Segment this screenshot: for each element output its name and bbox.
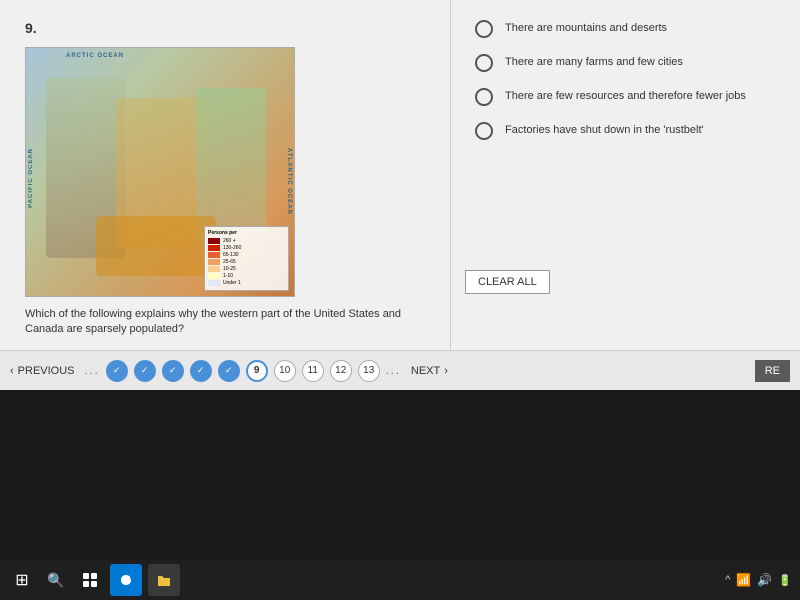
start-button[interactable]: ⊞ <box>8 566 36 594</box>
legend-color-7 <box>208 280 220 286</box>
legend-label-5: 10-25 <box>223 266 236 272</box>
legend-row-6: 1-10 <box>208 273 285 279</box>
pacific-ocean-label: PACIFIC OCEAN <box>28 148 34 208</box>
next-label: NEXT <box>411 365 440 377</box>
nav-page-6[interactable] <box>162 360 184 382</box>
nav-page-10[interactable]: 10 <box>274 360 296 382</box>
legend-row-3: 65-130 <box>208 252 285 258</box>
legend-color-4 <box>208 259 220 265</box>
taskbar-right: ^ 📶 🔊 🔋 <box>725 573 792 587</box>
answer-text-a: There are mountains and deserts <box>505 21 667 36</box>
chevron-up-icon[interactable]: ^ <box>725 574 730 586</box>
legend-label-2: 130-260 <box>223 245 241 251</box>
clear-all-button[interactable]: CLEAR ALL <box>465 270 550 294</box>
legend-label-1: 260 + <box>223 238 236 244</box>
answer-option-b[interactable]: There are many farms and few cities <box>475 54 785 72</box>
legend-label-4: 25-65 <box>223 259 236 265</box>
nav-page-12[interactable]: 12 <box>330 360 352 382</box>
legend-label-7: Under 1 <box>223 280 241 286</box>
map-legend: Persons per 260 + 130-260 65-130 <box>204 226 289 291</box>
panel-divider <box>450 0 451 380</box>
legend-row-4: 25-65 <box>208 259 285 265</box>
next-arrow-icon: › <box>444 365 448 377</box>
edge-taskbar-icon[interactable] <box>110 564 142 596</box>
radio-b[interactable] <box>475 54 493 72</box>
nav-page-5[interactable] <box>134 360 156 382</box>
quiz-container: 9. PACIFIC OCEAN ARCTIC OCEAN ATLANTIC O… <box>0 0 800 380</box>
radio-a[interactable] <box>475 20 493 38</box>
atlantic-ocean-label: ATLANTIC OCEAN <box>286 148 292 215</box>
nav-dots-right: ... <box>386 365 401 377</box>
nav-page-11[interactable]: 11 <box>302 360 324 382</box>
network-icon[interactable]: 📶 <box>736 573 751 587</box>
terrain-south <box>96 216 216 276</box>
nav-page-9[interactable]: 9 <box>246 360 268 382</box>
legend-row-1: 260 + <box>208 238 285 244</box>
legend-row-2: 130-260 <box>208 245 285 251</box>
search-taskbar-button[interactable]: 🔍 <box>42 566 70 594</box>
question-text: Which of the following explains why the … <box>25 307 425 338</box>
arctic-ocean-label: ARCTIC OCEAN <box>66 53 124 59</box>
next-button[interactable]: NEXT › <box>411 365 448 377</box>
legend-color-5 <box>208 266 220 272</box>
taskbar: ⊞ 🔍 ^ 📶 🔊 🔋 <box>0 560 800 600</box>
question-number: 9. <box>25 20 37 36</box>
answer-option-a[interactable]: There are mountains and deserts <box>475 20 785 38</box>
left-panel: 9. PACIFIC OCEAN ARCTIC OCEAN ATLANTIC O… <box>0 0 450 380</box>
task-view-button[interactable] <box>76 566 104 594</box>
answer-option-d[interactable]: Factories have shut down in the 'rustbel… <box>475 122 785 140</box>
answer-text-c: There are few resources and therefore fe… <box>505 89 746 104</box>
legend-title: Persons per <box>208 230 285 236</box>
answer-text-b: There are many farms and few cities <box>505 55 683 70</box>
legend-color-3 <box>208 252 220 258</box>
legend-row-5: 10-25 <box>208 266 285 272</box>
legend-label-6: 1-10 <box>223 273 233 279</box>
nav-page-7[interactable] <box>190 360 212 382</box>
navigation-bar: ‹ PREVIOUS ... 9 10 11 12 13 ... NEXT › … <box>0 350 800 390</box>
map-image: PACIFIC OCEAN ARCTIC OCEAN ATLANTIC OCEA… <box>26 48 294 296</box>
radio-c[interactable] <box>475 88 493 106</box>
taskbar-system-icons: ^ 📶 🔊 🔋 <box>725 573 792 587</box>
answer-text-d: Factories have shut down in the 'rustbel… <box>505 123 704 138</box>
answer-option-c[interactable]: There are few resources and therefore fe… <box>475 88 785 106</box>
legend-color-2 <box>208 245 220 251</box>
prev-label: PREVIOUS <box>18 365 75 377</box>
map-container: PACIFIC OCEAN ARCTIC OCEAN ATLANTIC OCEA… <box>25 47 295 297</box>
prev-arrow-icon: ‹ <box>10 365 14 377</box>
legend-color-6 <box>208 273 220 279</box>
re-button[interactable]: RE <box>755 360 790 382</box>
prev-button[interactable]: ‹ PREVIOUS <box>10 365 75 377</box>
legend-row-7: Under 1 <box>208 280 285 286</box>
nav-page-8[interactable] <box>218 360 240 382</box>
explorer-taskbar-icon[interactable] <box>148 564 180 596</box>
dark-area <box>0 390 800 560</box>
legend-color-1 <box>208 238 220 244</box>
legend-label-3: 65-130 <box>223 252 239 258</box>
nav-page-4[interactable] <box>106 360 128 382</box>
nav-dots-left: ... <box>85 365 100 377</box>
volume-icon[interactable]: 🔊 <box>757 573 772 587</box>
nav-page-13[interactable]: 13 <box>358 360 380 382</box>
battery-icon[interactable]: 🔋 <box>778 574 792 587</box>
radio-d[interactable] <box>475 122 493 140</box>
